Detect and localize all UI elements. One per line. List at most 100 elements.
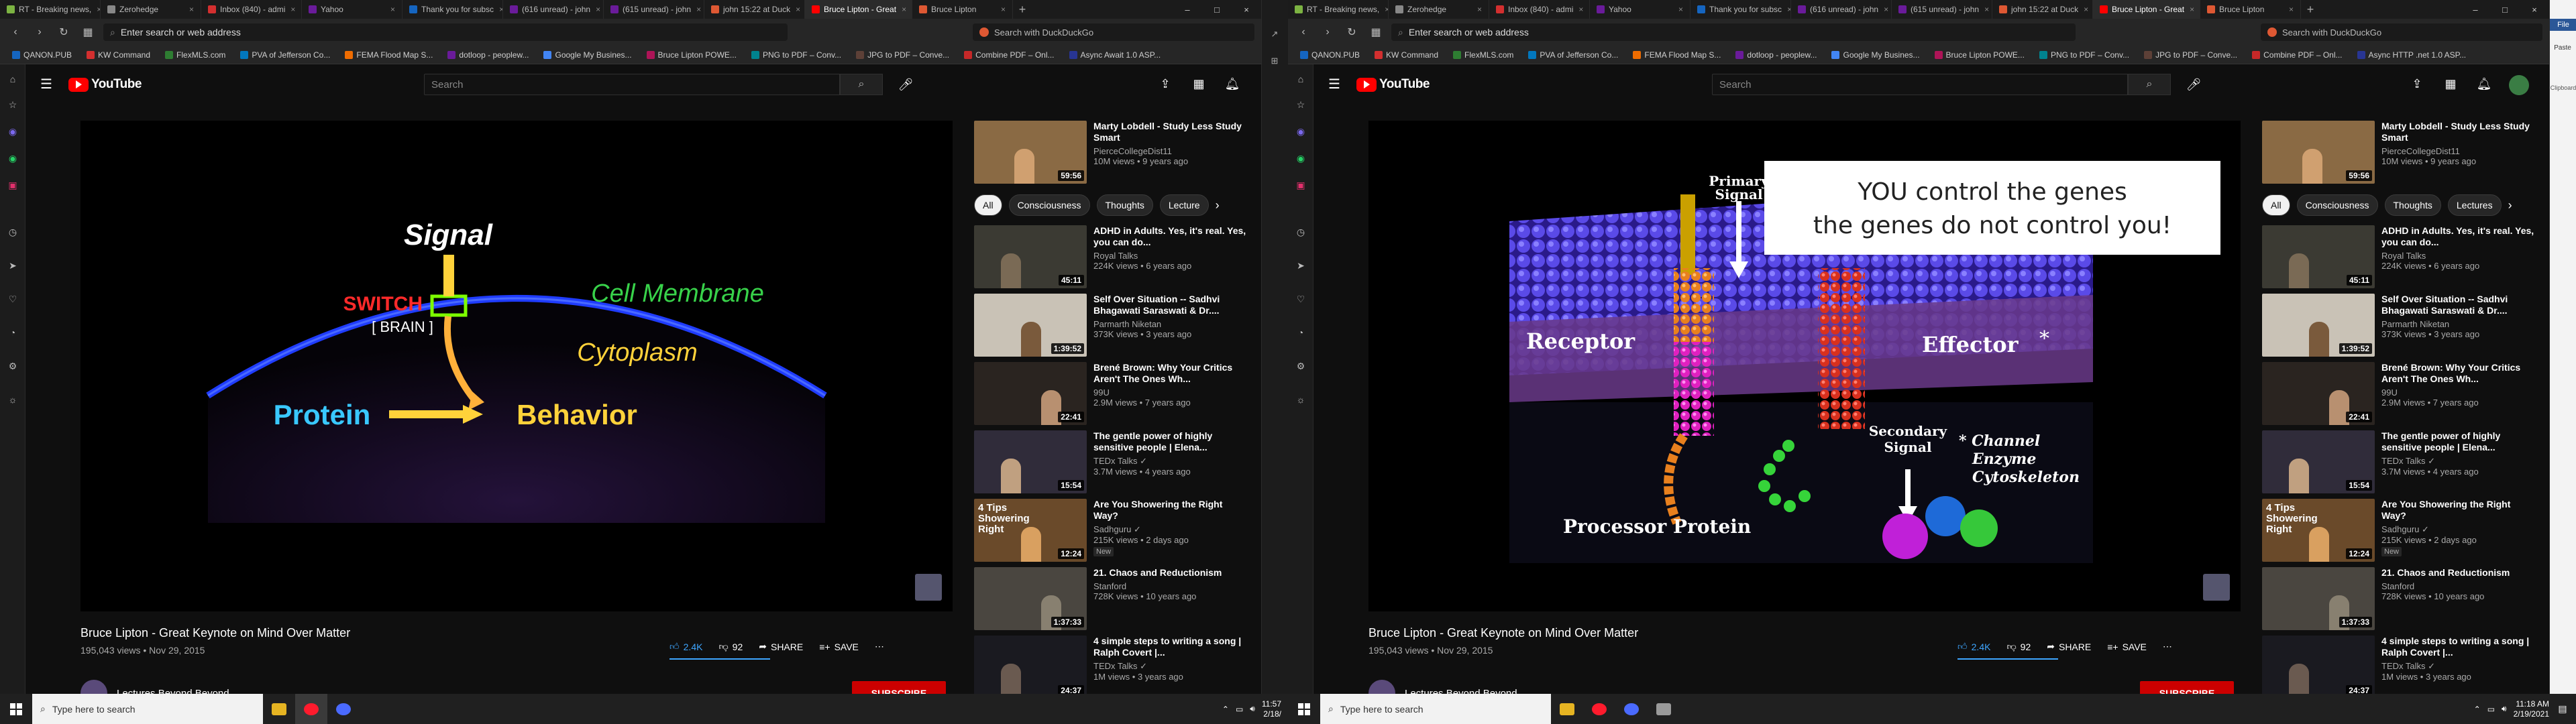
recommendation-title[interactable]: Marty Lobdell - Study Less Study Smart xyxy=(1093,121,1249,143)
recommendation-channel[interactable]: Sadhguru ✓ xyxy=(2381,524,2537,535)
recommendation-channel[interactable]: 99U xyxy=(1093,387,1249,398)
recommendation-card[interactable]: 59:56 Marty Lobdell - Study Less Study Sm… xyxy=(974,121,1256,188)
network-icon[interactable]: ▭ xyxy=(2487,705,2495,714)
recommendation-title[interactable]: Are You Showering the Right Way? xyxy=(2381,499,2537,522)
recommendation-title[interactable]: Marty Lobdell - Study Less Study Smart xyxy=(2381,121,2537,143)
save-button[interactable]: ≡+ SAVE xyxy=(819,642,859,652)
video-thumbnail[interactable]: 1:37:33 xyxy=(2262,567,2375,630)
browser-tab[interactable]: Thank you for subsc× xyxy=(1690,0,1791,19)
tab-close-icon[interactable]: × xyxy=(184,5,194,14)
taskbar-app-3[interactable] xyxy=(327,694,360,724)
search-button[interactable]: ⌕ xyxy=(840,74,883,95)
browser-tab[interactable]: Bruce Lipton × xyxy=(912,0,1013,19)
chevron-right-icon[interactable]: › xyxy=(2508,198,2512,213)
sidebar-home-icon[interactable]: ⌂ xyxy=(6,72,19,86)
recommendation-title[interactable]: 4 simple steps to writing a song | Ralph… xyxy=(1093,636,1249,658)
video-thumbnail[interactable]: 4 Tips Showering Right 12:24 xyxy=(974,499,1087,562)
tab-close-icon[interactable]: × xyxy=(2184,5,2194,14)
sidebar-instagram-icon[interactable]: ▣ xyxy=(1294,178,1307,192)
close-window-icon[interactable]: × xyxy=(1232,0,1261,19)
bookmark-item[interactable]: FEMA Flood Map S... xyxy=(1626,50,1727,60)
search-input[interactable]: Search xyxy=(1712,74,2128,95)
sidebar-history-icon[interactable]: ◷ xyxy=(6,225,19,239)
browser-tab[interactable]: (615 unread) - john × xyxy=(604,0,704,19)
browser-tab[interactable]: Bruce Lipton - Great × xyxy=(805,0,912,19)
notification-icon[interactable]: ▤ xyxy=(2556,703,2569,716)
video-thumbnail[interactable]: 1:39:52 xyxy=(2262,294,2375,357)
paste-button[interactable]: Paste xyxy=(2554,40,2571,55)
account-avatar[interactable] xyxy=(2509,75,2529,95)
recommendation-card[interactable]: 4 Tips Showering Right 12:24 Are You Showe… xyxy=(974,499,1256,566)
url-input[interactable]: ⌕ Enter search or web address xyxy=(103,23,788,41)
bookmark-item[interactable]: KW Command xyxy=(1368,50,1445,60)
volume-icon[interactable]: 🔊︎ xyxy=(1250,704,1255,714)
video-thumbnail[interactable]: 1:39:52 xyxy=(974,294,1087,357)
video-thumbnail[interactable]: 59:56 xyxy=(974,121,1087,184)
rail-icon-2[interactable]: ⊞ xyxy=(1267,54,1282,68)
bookmark-item[interactable]: JPG to PDF – Conve... xyxy=(2137,50,2244,60)
tab-close-icon[interactable]: × xyxy=(1379,5,1388,14)
recommendation-title[interactable]: 21. Chaos and Reductionism xyxy=(2381,567,2537,579)
bookmark-item[interactable]: PNG to PDF – Conv... xyxy=(745,50,848,60)
maximize-icon[interactable]: □ xyxy=(2490,0,2520,19)
video-thumbnail[interactable]: 24:37 xyxy=(974,636,1087,699)
upload-icon[interactable]: ⇪ xyxy=(2408,75,2426,93)
tab-close-icon[interactable]: × xyxy=(1573,5,1583,14)
browser-tab[interactable]: Inbox (840) - admi × xyxy=(1489,0,1590,19)
recommendation-channel[interactable]: Stanford xyxy=(1093,581,1249,591)
tab-close-icon[interactable]: × xyxy=(1472,5,1482,14)
url-input[interactable]: ⌕ Enter search or web address xyxy=(1391,23,2076,41)
taskbar-file-explorer[interactable] xyxy=(1551,694,1583,724)
forward-icon[interactable]: › xyxy=(1319,23,1336,41)
tab-close-icon[interactable]: × xyxy=(2078,5,2088,14)
tabs-grid-icon[interactable]: ▦ xyxy=(1367,23,1385,41)
sidebar-star-icon[interactable]: ☆ xyxy=(6,98,19,111)
recommendation-title[interactable]: Brené Brown: Why Your Critics Aren't The… xyxy=(2381,362,2537,385)
sidebar-send-icon[interactable]: ➤ xyxy=(6,259,19,272)
recommendation-card[interactable]: 22:41 Brené Brown: Why Your Critics Aren'… xyxy=(974,362,1256,429)
tab-close-icon[interactable]: × xyxy=(590,5,600,14)
bookmark-item[interactable]: KW Command xyxy=(80,50,157,60)
sidebar-instagram-icon[interactable]: ▣ xyxy=(6,178,19,192)
reload-icon[interactable]: ↻ xyxy=(55,23,72,41)
bookmark-item[interactable]: dotloop - peoplew... xyxy=(441,50,535,60)
recommendation-channel[interactable]: Royal Talks xyxy=(2381,251,2537,261)
back-icon[interactable]: ‹ xyxy=(7,23,24,41)
tab-close-icon[interactable]: × xyxy=(790,5,800,14)
recommendation-channel[interactable]: Stanford xyxy=(2381,581,2537,591)
channel-watermark[interactable] xyxy=(915,574,942,601)
minimize-icon[interactable]: – xyxy=(1173,0,1202,19)
filter-chip[interactable]: Thoughts xyxy=(2384,194,2441,216)
bookmark-item[interactable]: Google My Busines... xyxy=(1825,50,1926,60)
bookmark-item[interactable]: FEMA Flood Map S... xyxy=(338,50,439,60)
recommendation-title[interactable]: Brené Brown: Why Your Critics Aren't The… xyxy=(1093,362,1249,385)
video-thumbnail[interactable]: 22:41 xyxy=(2262,362,2375,425)
clock[interactable]: 11:18 AM 2/19/2021 xyxy=(2514,699,2549,719)
recommendation-channel[interactable]: Royal Talks xyxy=(1093,251,1249,261)
tab-close-icon[interactable]: × xyxy=(1979,5,1989,14)
recommendation-card[interactable]: 45:11 ADHD in Adults. Yes, it's real. Yes… xyxy=(974,225,1256,292)
sidebar-lightbulb-icon[interactable]: ☼ xyxy=(1294,393,1307,406)
recommendation-card[interactable]: 4 Tips Showering Right 12:24 Are You Showe… xyxy=(2262,499,2544,566)
sidebar-heart-icon[interactable]: ♡ xyxy=(6,292,19,306)
sidebar-history-icon[interactable]: ◷ xyxy=(1294,225,1307,239)
recommendation-channel[interactable]: TEDx Talks ✓ xyxy=(1093,661,1249,672)
dislike-button[interactable]: 👎︎ 92 xyxy=(2006,641,2031,652)
more-actions-icon[interactable]: ⋯ xyxy=(875,641,884,652)
video-thumbnail[interactable]: 45:11 xyxy=(974,225,1087,288)
tab-close-icon[interactable]: × xyxy=(2284,5,2294,14)
forward-icon[interactable]: › xyxy=(31,23,48,41)
sidebar-send-icon[interactable]: ➤ xyxy=(1294,259,1307,272)
video-thumbnail[interactable]: 1:37:33 xyxy=(974,567,1087,630)
sidebar-settings-icon[interactable]: ⚙ xyxy=(6,359,19,373)
search-button[interactable]: ⌕ xyxy=(2128,74,2171,95)
recommendation-title[interactable]: 21. Chaos and Reductionism xyxy=(1093,567,1249,579)
video-thumbnail[interactable]: 15:54 xyxy=(2262,430,2375,493)
youtube-logo[interactable]: YouTube xyxy=(68,77,142,92)
new-tab-icon[interactable]: + xyxy=(1013,0,1032,19)
sidebar-messenger-icon[interactable]: ◉ xyxy=(6,125,19,138)
recommendation-channel[interactable]: Sadhguru ✓ xyxy=(1093,524,1249,535)
bookmark-item[interactable]: PNG to PDF – Conv... xyxy=(2033,50,2136,60)
bookmark-item[interactable]: Google My Busines... xyxy=(537,50,638,60)
recommendation-channel[interactable]: TEDx Talks ✓ xyxy=(2381,661,2537,672)
